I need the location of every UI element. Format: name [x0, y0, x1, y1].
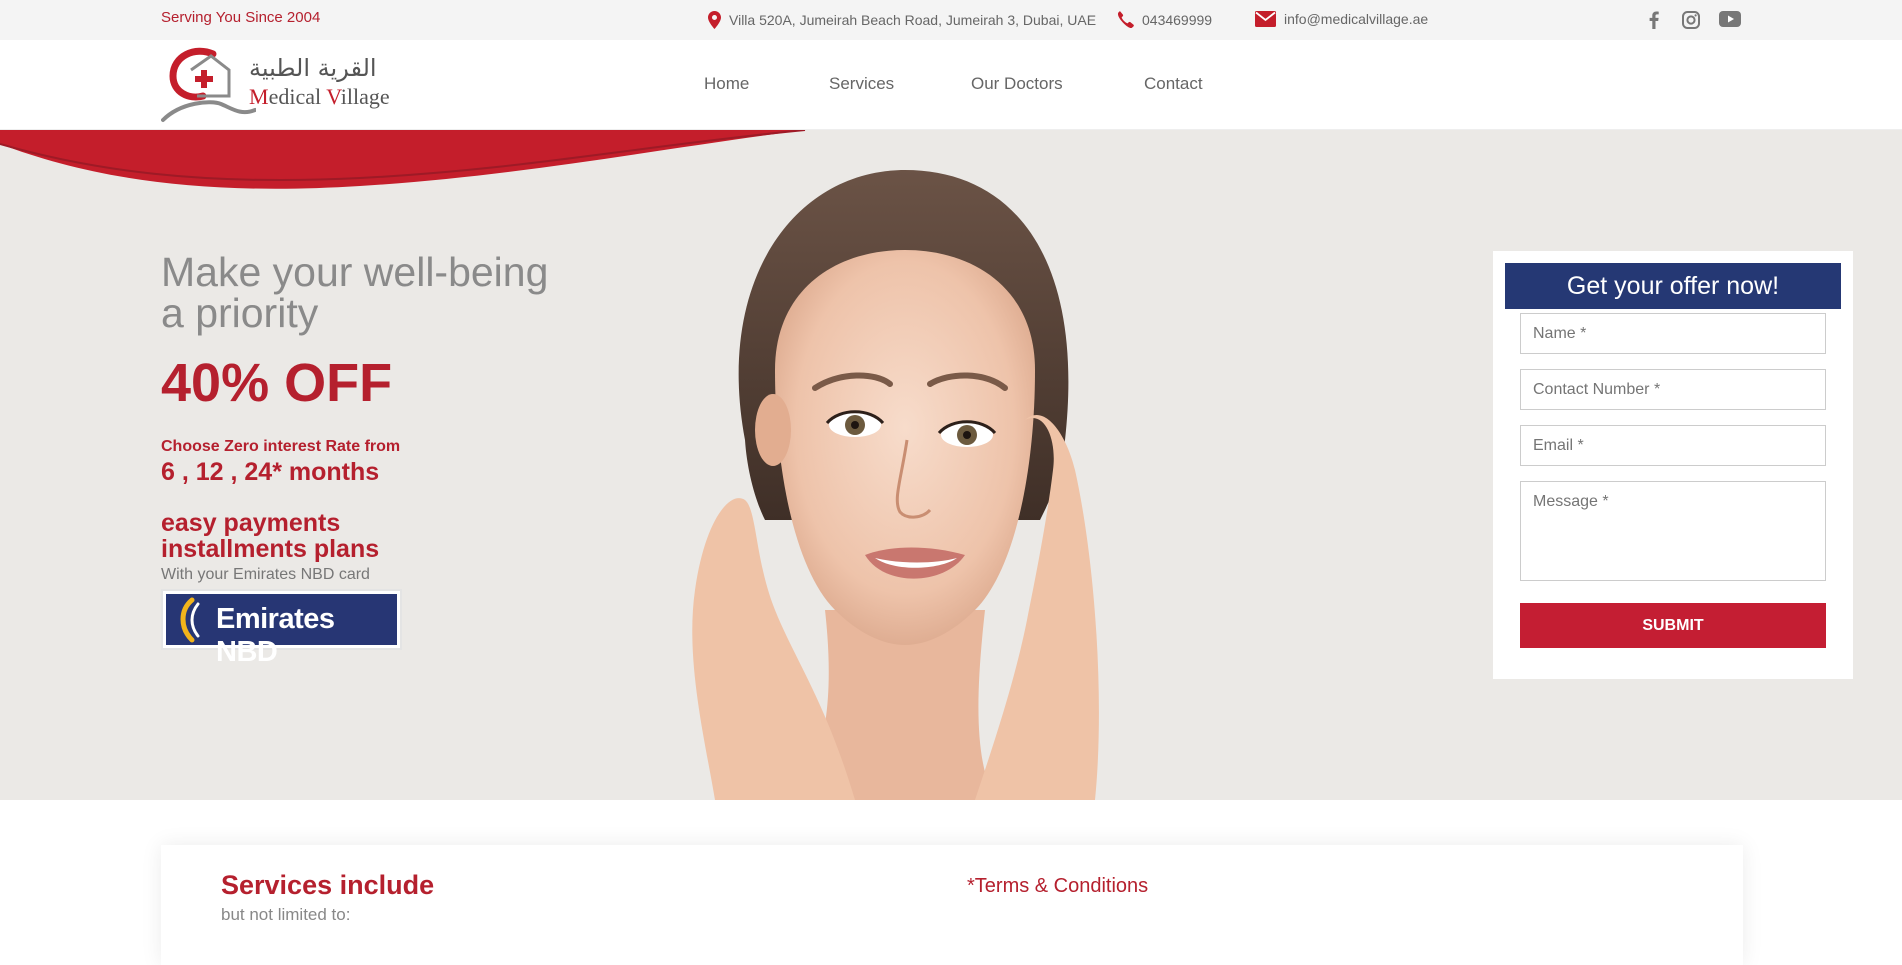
- email-input[interactable]: [1520, 425, 1826, 466]
- easy-payments-heading: easy payments installments plans: [161, 509, 380, 563]
- services-subtitle: but not limited to:: [221, 905, 351, 924]
- envelope-icon: [1255, 11, 1276, 27]
- nav-contact[interactable]: Contact: [1144, 74, 1203, 94]
- logo-emblem-icon: [161, 47, 256, 122]
- discount-offer: 40% OFF: [161, 353, 393, 413]
- services-section: Services include but not limited to: *Te…: [161, 845, 1743, 965]
- nav-our-doctors[interactable]: Our Doctors: [971, 74, 1063, 94]
- address-text: Villa 520A, Jumeirah Beach Road, Jumeira…: [729, 12, 1097, 28]
- phone-item[interactable]: 043469999: [1117, 11, 1212, 28]
- installment-months: 6 , 12 , 24* months: [161, 458, 380, 486]
- map-pin-icon: [708, 11, 721, 29]
- top-bar: Serving You Since 2004 Villa 520A, Jumei…: [0, 0, 1902, 40]
- contact-number-input[interactable]: [1520, 369, 1826, 410]
- facebook-icon[interactable]: [1649, 11, 1659, 29]
- instagram-icon[interactable]: [1682, 11, 1700, 29]
- address-item: Villa 520A, Jumeirah Beach Road, Jumeira…: [708, 11, 1096, 29]
- phone-number[interactable]: 043469999: [1142, 12, 1212, 28]
- form-title: Get your offer now!: [1505, 263, 1841, 309]
- emirates-nbd-logo: Emirates NBD: [161, 589, 402, 668]
- message-textarea[interactable]: [1520, 481, 1826, 581]
- offer-form: Get your offer now! SUBMIT: [1493, 251, 1853, 679]
- hero-banner: Make your well-being a priority 40% OFF …: [0, 130, 1902, 800]
- submit-button[interactable]: SUBMIT: [1520, 603, 1826, 648]
- youtube-icon[interactable]: [1719, 11, 1741, 27]
- services-title: Services include: [221, 870, 435, 900]
- zero-interest-label: Choose Zero interest Rate from: [161, 438, 401, 455]
- email-address[interactable]: info@medicalvillage.ae: [1284, 11, 1428, 27]
- woman-portrait-image: [692, 170, 1099, 800]
- card-note: With your Emirates NBD card: [161, 566, 370, 583]
- medical-village-logo[interactable]: القرية الطبية Medical Village: [161, 46, 401, 126]
- nbd-logo-text: Emirates NBD: [216, 603, 335, 668]
- terms-conditions-link[interactable]: *Terms & Conditions: [967, 875, 1148, 898]
- email-item[interactable]: info@medicalvillage.ae: [1255, 11, 1428, 27]
- nbd-emblem-icon: [180, 597, 200, 643]
- logo-arabic-name: القرية الطبية: [249, 54, 377, 82]
- nav-services[interactable]: Services: [829, 74, 894, 94]
- phone-icon: [1117, 11, 1134, 28]
- name-input[interactable]: [1520, 313, 1826, 354]
- hero-headline: Make your well-being a priority: [161, 249, 549, 336]
- tagline: Serving You Since 2004: [161, 9, 321, 26]
- logo-latin-name: Medical Village: [249, 84, 390, 109]
- nav-home[interactable]: Home: [704, 74, 749, 94]
- site-header: القرية الطبية Medical Village Home Servi…: [0, 40, 1902, 130]
